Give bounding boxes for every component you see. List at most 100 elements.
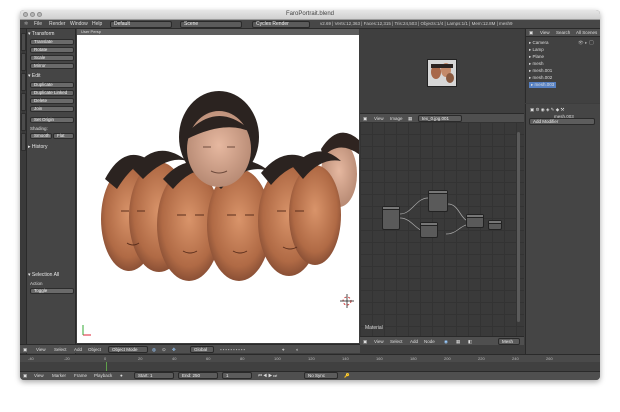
outliner-item[interactable]: ▸ Camera — [529, 40, 549, 46]
translate-button[interactable]: Translate — [30, 39, 74, 45]
shader-node[interactable] — [428, 190, 448, 212]
edit-panel-header[interactable]: ▾ Edit — [28, 73, 41, 79]
render-preview-icon[interactable]: ◐ — [296, 346, 299, 353]
node-menu-view[interactable]: View — [374, 338, 384, 345]
viewport-header: ▣ View Select Add Object Object Mode ◍ ⊙… — [20, 344, 360, 353]
scale-button[interactable]: Scale — [30, 55, 74, 61]
editor-type-icon[interactable]: ▣ — [529, 29, 533, 36]
editor-type-icon[interactable]: ▣ — [363, 115, 367, 122]
node-menu-node[interactable]: Node — [424, 338, 435, 345]
timeline-header: ▣ View Marker Frame Playback ● Start: 1 … — [20, 371, 600, 380]
action-select[interactable]: Toggle — [30, 288, 74, 294]
playback-controls-icon[interactable]: ⏮◀▶⏭ — [258, 372, 278, 379]
editor-type-icon[interactable]: ▣ — [23, 346, 27, 353]
visibility-icons[interactable]: 👁 ▸ ◻ — [578, 40, 594, 46]
image-browse-icon[interactable]: ▦ — [408, 115, 412, 122]
outliner-menu-view[interactable]: View — [540, 29, 550, 36]
outliner-item[interactable]: ▸ mesh.001 — [529, 68, 552, 74]
add-modifier-select[interactable]: Add Modifier — [529, 118, 595, 125]
editor-type-icon[interactable]: ▣ — [23, 372, 27, 379]
tab-physics[interactable] — [21, 113, 26, 131]
tab-animation[interactable] — [21, 93, 26, 111]
menu-file[interactable]: File — [34, 21, 42, 27]
current-frame-field[interactable]: 1 — [222, 372, 252, 379]
last-operator-panel-header[interactable]: ▾ Selection All — [28, 272, 59, 278]
outliner-item-selected[interactable]: ▸ mesh.003 — [529, 82, 557, 88]
outliner-item[interactable]: ▸ mesh.002 — [529, 75, 552, 81]
texture-node[interactable] — [382, 206, 400, 230]
node-editor[interactable] — [360, 122, 524, 336]
tab-grease-pencil[interactable] — [21, 133, 26, 151]
material-output-node[interactable] — [488, 220, 502, 230]
sync-mode-select[interactable]: No Sync — [304, 372, 338, 379]
shader-tree-icon[interactable]: ◉ — [444, 338, 448, 345]
outliner-item[interactable]: ▸ mesh — [529, 61, 544, 67]
transform-panel-header[interactable]: ▾ Transform — [28, 31, 54, 37]
snap-icon[interactable]: ⌖ — [282, 346, 285, 353]
image-menu-view[interactable]: View — [374, 115, 384, 122]
tab-create[interactable] — [21, 53, 26, 71]
rotate-button[interactable]: Rotate — [30, 47, 74, 53]
viewport-menu-object[interactable]: Object — [88, 346, 101, 353]
node-menu-select[interactable]: Select — [390, 338, 403, 345]
blender-logo-icon[interactable]: ✲ — [24, 21, 28, 27]
compositing-tree-icon[interactable]: ◧ — [468, 338, 472, 345]
output-node[interactable] — [466, 214, 484, 228]
pivot-icon[interactable]: ⊙ — [162, 346, 166, 353]
node-menu-add[interactable]: Add — [410, 338, 418, 345]
image-name-field[interactable]: tex_0.jpg.001 — [418, 115, 462, 122]
outliner-scene-filter[interactable]: All Scenes — [576, 29, 597, 36]
shading-mode-icon[interactable]: ◍ — [152, 346, 156, 353]
viewport-menu-add[interactable]: Add — [74, 346, 82, 353]
node-context-select[interactable]: Mesh — [498, 338, 520, 345]
editor-type-icon[interactable]: ▣ — [363, 338, 367, 345]
outliner[interactable]: ▣ View Search All Scenes ▸ Camera ▸ Lamp… — [525, 29, 600, 103]
layers-grid[interactable]: ▪▪▪▪▪▪▪▪▪▪ — [220, 346, 246, 353]
shade-smooth-button[interactable]: Smooth — [30, 133, 52, 139]
menu-render[interactable]: Render — [49, 21, 65, 27]
duplicate-linked-button[interactable]: Duplicate Linked — [30, 90, 74, 96]
shade-flat-button[interactable]: Flat — [53, 133, 74, 139]
timeline-menu-playback[interactable]: Playback — [94, 372, 112, 379]
tab-relations[interactable] — [21, 73, 26, 91]
3d-cursor-icon[interactable] — [340, 294, 354, 308]
ruler-tick: -20 — [64, 356, 70, 361]
mix-node[interactable] — [420, 222, 438, 238]
menu-window[interactable]: Window — [70, 21, 88, 27]
timeline-menu-frame[interactable]: Frame — [74, 372, 87, 379]
tab-tools[interactable] — [21, 33, 26, 51]
join-button[interactable]: Join — [30, 106, 74, 112]
timeline-menu-marker[interactable]: Marker — [52, 372, 66, 379]
keying-set-icon[interactable]: 🔑 — [344, 372, 350, 379]
interaction-mode-select[interactable]: Object Mode — [108, 346, 148, 353]
properties-context-icons[interactable]: ▣ ⚙ ◉ ◈ ✎ ◆ ⚒ — [530, 106, 564, 113]
mirror-button[interactable]: Mirror — [30, 63, 74, 69]
viewport-menu-view[interactable]: View — [36, 346, 46, 353]
3d-viewport[interactable] — [77, 29, 360, 343]
outliner-item[interactable]: ▸ Plane — [529, 54, 544, 60]
image-menu-image[interactable]: Image — [390, 115, 403, 122]
scene-select[interactable]: Scene — [180, 21, 242, 28]
texture-preview-image — [427, 59, 457, 87]
end-frame-field[interactable]: End: 250 — [178, 372, 218, 379]
outliner-item[interactable]: ▸ Lamp — [529, 47, 544, 53]
current-frame-marker[interactable] — [106, 362, 107, 371]
timeline-menu-view[interactable]: View — [34, 372, 44, 379]
texture-tree-icon[interactable]: ▦ — [456, 338, 460, 345]
manipulator-icon[interactable]: ✥ — [172, 346, 176, 353]
start-frame-field[interactable]: Start: 1 — [134, 372, 174, 379]
history-panel-header[interactable]: ▸ History — [28, 144, 47, 150]
record-icon[interactable]: ● — [120, 372, 123, 379]
timeline-ruler[interactable]: -40 -20 0 20 40 60 80 100 120 140 160 18… — [20, 354, 600, 362]
menu-help[interactable]: Help — [92, 21, 102, 27]
screen-layout-select[interactable]: Default — [110, 21, 172, 28]
outliner-menu-search[interactable]: Search — [556, 29, 570, 36]
viewport-menu-select[interactable]: Select — [54, 346, 67, 353]
orientation-select[interactable]: Global — [190, 346, 214, 353]
duplicate-button[interactable]: Duplicate — [30, 82, 74, 88]
render-engine-select[interactable]: Cycles Render — [252, 21, 310, 28]
timeline[interactable] — [20, 362, 600, 371]
node-editor-scrollbar[interactable] — [517, 132, 520, 322]
delete-button[interactable]: Delete — [30, 98, 74, 104]
set-origin-select[interactable]: Set Origin — [30, 117, 74, 123]
